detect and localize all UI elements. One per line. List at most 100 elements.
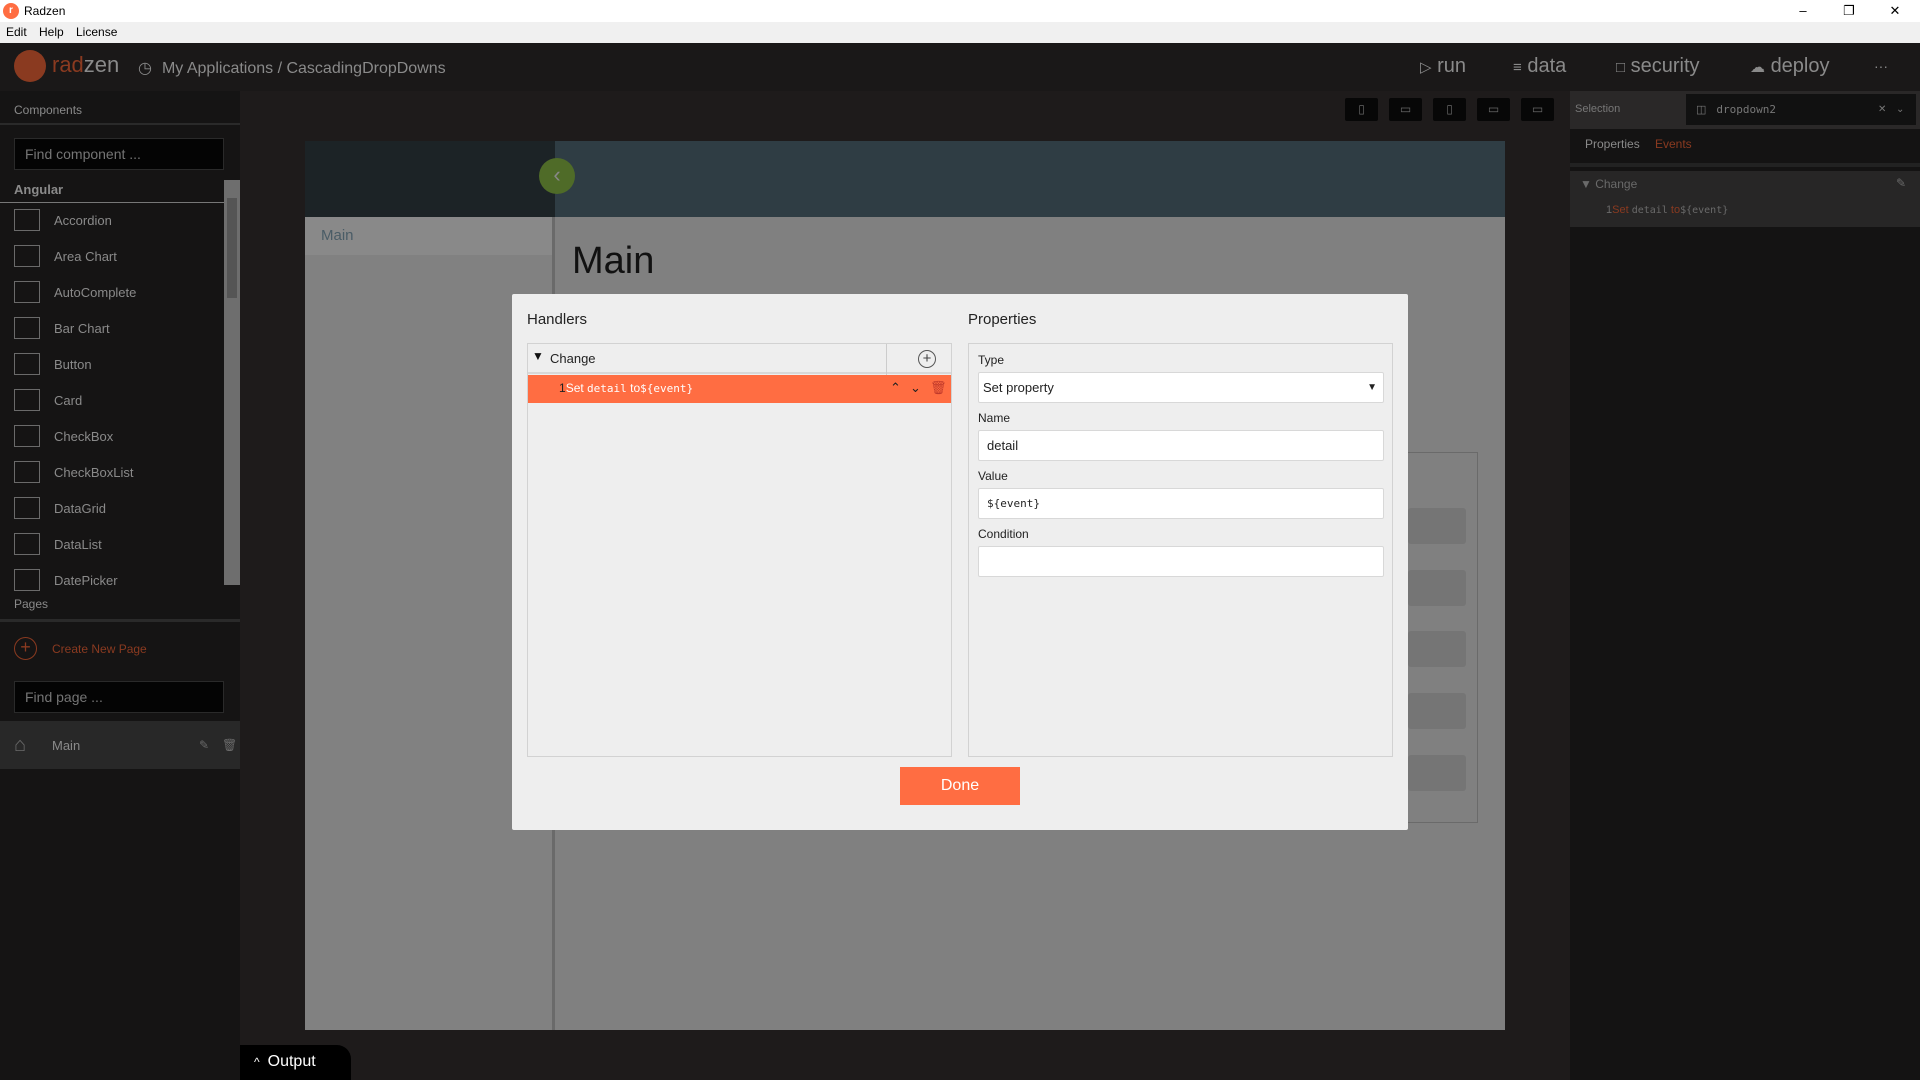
form-field [1408, 631, 1466, 667]
done-button[interactable]: Done [900, 767, 1020, 805]
trash-icon[interactable]: 🗑 [222, 738, 237, 752]
output-label: Output [267, 1053, 316, 1070]
component-accordion[interactable]: Accordion [14, 202, 224, 238]
brand[interactable]: radzen [52, 52, 119, 78]
move-down-icon[interactable]: ⌄ [910, 380, 921, 396]
component-datagrid[interactable]: DataGrid [14, 490, 224, 526]
add-action-icon[interactable]: + [918, 350, 936, 368]
close-icon[interactable]: ✕ [1872, 0, 1918, 22]
name-input[interactable] [978, 430, 1384, 461]
component-button[interactable]: Button [14, 346, 224, 382]
find-page-input[interactable] [14, 681, 224, 713]
tab-events[interactable]: Events [1655, 137, 1692, 151]
selection-dropdown[interactable]: ◫ dropdown2 ✕ ⌄ [1686, 94, 1916, 125]
component-bar-chart[interactable]: Bar Chart [14, 310, 224, 346]
device-desktop-button[interactable]: ▭ [1521, 98, 1554, 121]
scrollbar-thumb[interactable] [227, 198, 237, 298]
datagrid-icon [14, 497, 40, 519]
event-handlers-dialog: Handlers Properties ▼ Change + 1Set deta… [512, 294, 1408, 830]
autocomplete-icon [14, 281, 40, 303]
breadcrumb-text: My Applications / CascadingDropDowns [161, 60, 446, 77]
action-name: detail [587, 382, 627, 395]
action-value: ${event} [1680, 205, 1729, 216]
create-new-page-button[interactable]: + Create New Page [14, 637, 147, 660]
menu-license[interactable]: License [76, 25, 117, 39]
create-new-page-label: Create New Page [52, 641, 147, 656]
nav-run[interactable]: ▷ run [1420, 55, 1466, 78]
component-area-chart[interactable]: Area Chart [14, 238, 224, 274]
component-datepicker[interactable]: DatePicker [14, 562, 224, 598]
minimize-icon[interactable]: – [1780, 0, 1826, 22]
tab-properties[interactable]: Properties [1585, 137, 1640, 151]
device-laptop-button[interactable]: ▭ [1477, 98, 1510, 121]
lock-icon: □ [1616, 59, 1626, 76]
component-checkbox[interactable]: CheckBox [14, 418, 224, 454]
event-name: Change [1595, 177, 1638, 191]
component-autocomplete[interactable]: AutoComplete [14, 274, 224, 310]
component-label: Bar Chart [54, 320, 110, 336]
nav-deploy-label: deploy [1770, 55, 1830, 77]
nav-security-label: security [1630, 55, 1700, 77]
find-component-input[interactable] [14, 138, 224, 170]
chevron-down-icon[interactable]: ⌄ [1896, 104, 1904, 115]
edit-icon[interactable]: ✎ [199, 738, 209, 752]
edit-icon[interactable]: ✎ [1896, 176, 1906, 190]
device-phone-landscape-button[interactable]: ▭ [1389, 98, 1422, 121]
menu-edit[interactable]: Edit [6, 25, 27, 39]
value-input[interactable] [978, 488, 1384, 519]
form-field [1408, 693, 1466, 729]
button-icon [14, 353, 40, 375]
layers-icon: ≡ [1513, 59, 1522, 76]
component-label: Button [54, 356, 92, 372]
menu-bar: Edit Help License [0, 22, 1920, 43]
properties-panel: Selection ◫ dropdown2 ✕ ⌄ Properties Eve… [1570, 91, 1920, 1080]
menu-help[interactable]: Help [39, 25, 64, 39]
nav-deploy[interactable]: ☁ deploy [1750, 55, 1830, 78]
move-up-icon[interactable]: ⌃ [890, 380, 901, 396]
delete-action-icon[interactable]: 🗑 [930, 380, 947, 396]
condition-input[interactable] [978, 546, 1384, 577]
component-card[interactable]: Card [14, 382, 224, 418]
event-action[interactable]: 1Set detail to${event} [1606, 204, 1728, 216]
divider [1570, 163, 1920, 167]
event-change-toggle[interactable]: ▼ Change [1580, 177, 1637, 191]
form-field [1408, 570, 1466, 606]
component-label: DatePicker [54, 572, 118, 588]
action-name: detail [1631, 205, 1668, 216]
clear-icon[interactable]: ✕ [1878, 104, 1886, 115]
device-tablet-portrait-button[interactable]: ▯ [1433, 98, 1466, 121]
caret-down-icon: ▼ [1367, 382, 1377, 393]
nav-data-label: data [1527, 55, 1567, 77]
handler-event-row[interactable]: ▼ Change + [528, 344, 951, 402]
nav-data[interactable]: ≡ data [1513, 55, 1566, 78]
window-title: Radzen [24, 4, 66, 18]
sidebar-toggle-chevron-left-icon[interactable]: ‹ [539, 158, 575, 194]
component-label: CheckBox [54, 428, 114, 444]
breadcrumb[interactable]: ◷ My Applications / CascadingDropDowns [138, 58, 446, 78]
chevron-up-icon: ^ [254, 1055, 260, 1069]
type-label: Type [978, 353, 1005, 367]
nav-security[interactable]: □ security [1616, 55, 1700, 78]
caret-down-icon[interactable]: ▼ [532, 349, 544, 363]
output-toggle-button[interactable]: ^ Output [240, 1045, 351, 1080]
action-label: 1Set detail to${event} [559, 381, 693, 395]
datepicker-icon [14, 569, 40, 591]
type-value: Set property [983, 380, 1054, 395]
device-phone-portrait-button[interactable]: ▯ [1345, 98, 1378, 121]
home-icon: ⌂ [14, 733, 27, 756]
component-datalist[interactable]: DataList [14, 526, 224, 562]
action-row-selected[interactable]: 1Set detail to${event} ⌃ ⌄ 🗑 [528, 375, 951, 403]
name-label: Name [978, 411, 1011, 425]
more-icon[interactable]: ··· [1874, 58, 1888, 74]
component-checkboxlist[interactable]: CheckBoxList [14, 454, 224, 490]
page-item-label: Main [52, 737, 81, 753]
page-item-main[interactable]: ⌂ Main ✎ 🗑 [0, 721, 240, 769]
area-chart-icon [14, 245, 40, 267]
selection-label: Selection [1575, 103, 1621, 115]
page-nav-item[interactable]: Main [305, 217, 552, 255]
selection-value: dropdown2 [1716, 103, 1777, 116]
handler-event-name: Change [550, 351, 596, 366]
type-select[interactable]: Set property ▼ [978, 372, 1384, 403]
components-scrollbar[interactable] [224, 180, 240, 585]
restore-icon[interactable]: ❐ [1826, 0, 1872, 22]
